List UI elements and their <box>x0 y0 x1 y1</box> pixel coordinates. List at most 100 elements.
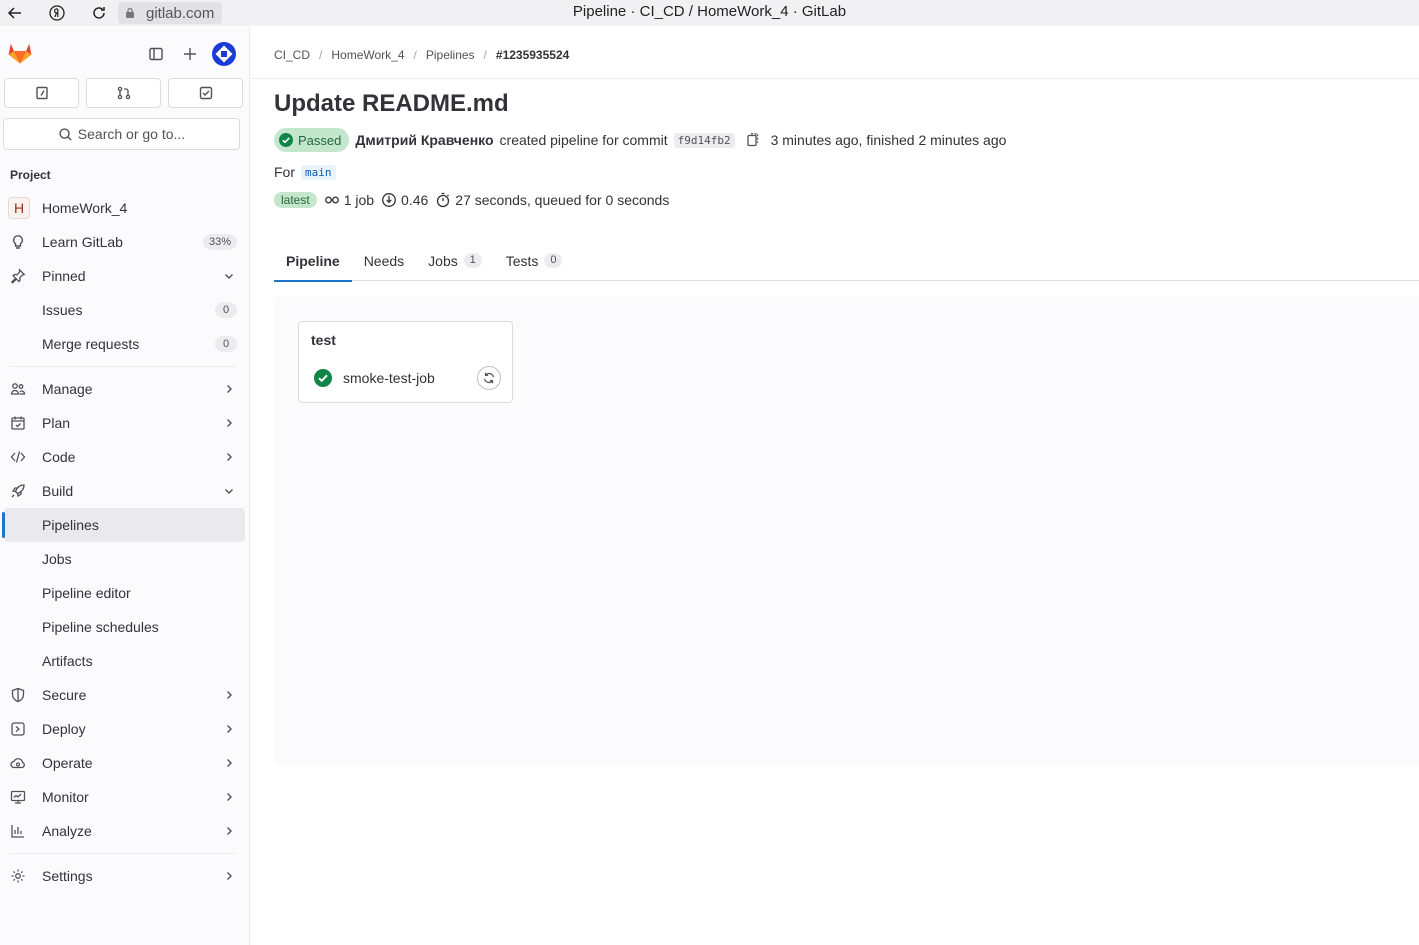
sidebar-item-manage[interactable]: Manage <box>4 372 245 406</box>
status-badge[interactable]: Passed <box>274 128 350 152</box>
browser-toolbar: gitlab.com Pipeline · CI_CD / HomeWork_4… <box>0 0 1419 26</box>
sidebar-item-issues[interactable]: Issues 0 <box>4 293 245 327</box>
tab-count: 0 <box>544 253 563 268</box>
copy-icon[interactable] <box>745 132 761 148</box>
sidebar-item-build[interactable]: Build <box>4 474 245 508</box>
sidebar-item-merge-requests[interactable]: Merge requests 0 <box>4 327 245 361</box>
sidebar-item-project[interactable]: H HomeWork_4 <box>4 191 245 225</box>
address-bar[interactable]: gitlab.com <box>118 2 223 24</box>
sidebar-item-artifacts[interactable]: Artifacts <box>4 644 245 678</box>
sidebar-nav: H HomeWork_4 Learn GitLab 33% Pinned Iss… <box>0 191 249 893</box>
breadcrumb-separator: / <box>483 48 487 62</box>
breadcrumb-group[interactable]: CI_CD <box>274 48 310 62</box>
toggle-sidebar-button[interactable] <box>139 40 173 68</box>
todos-button[interactable] <box>168 78 243 108</box>
chart-icon <box>11 825 24 838</box>
duration-text: 27 seconds, queued for 0 seconds <box>455 192 670 208</box>
arrow-left-icon <box>7 7 21 19</box>
sidebar-item-label: Merge requests <box>42 336 140 352</box>
sidebar-item-deploy[interactable]: Deploy <box>4 712 245 746</box>
user-menu-button[interactable] <box>207 40 241 68</box>
status-success-icon <box>314 369 332 387</box>
sidebar-item-pipelines[interactable]: Pipelines <box>2 508 245 542</box>
chevron-right-icon <box>227 827 232 835</box>
pipeline-graph: test smoke-test-job <box>274 297 1419 766</box>
sidebar-item-pinned[interactable]: Pinned <box>4 259 245 293</box>
job-item[interactable]: smoke-test-job <box>313 368 435 388</box>
breadcrumb-current[interactable]: #1235935524 <box>496 48 569 62</box>
count-pill: 0 <box>215 336 237 352</box>
create-new-button[interactable] <box>173 40 207 68</box>
breadcrumb-project[interactable]: HomeWork_4 <box>331 48 404 62</box>
sidebar-item-plan[interactable]: Plan <box>4 406 245 440</box>
sidebar-item-label: Pinned <box>42 268 86 284</box>
jobs-count-text: 1 job <box>343 192 375 208</box>
pipeline-ref: For main <box>274 164 336 180</box>
commit-sha[interactable]: f9d14fb2 <box>673 132 735 148</box>
counters <box>0 78 249 108</box>
sidebar-item-settings[interactable]: Settings <box>4 859 245 893</box>
breadcrumb-separator: / <box>413 48 417 62</box>
tab-pipeline[interactable]: Pipeline <box>274 240 352 282</box>
merge-requests-button[interactable] <box>86 78 161 108</box>
sidebar-header <box>0 26 249 78</box>
tab-needs[interactable]: Needs <box>352 240 416 281</box>
sidebar-item-secure[interactable]: Secure <box>4 678 245 712</box>
users-icon <box>10 383 26 395</box>
branch-link[interactable]: main <box>301 164 336 180</box>
sidebar-item-operate[interactable]: Operate <box>4 746 245 780</box>
tab-label: Needs <box>363 252 405 269</box>
retry-job-button[interactable] <box>477 366 501 390</box>
sidebar-item-pipeline-editor[interactable]: Pipeline editor <box>4 576 245 610</box>
planning-icon <box>11 416 25 430</box>
sidebar-item-jobs[interactable]: Jobs <box>4 542 245 576</box>
sidebar-item-analyze[interactable]: Analyze <box>4 814 245 848</box>
sidebar-item-label: Monitor <box>42 789 89 805</box>
assigned-issues-button[interactable] <box>4 78 79 108</box>
sidebar-item-learn-gitlab[interactable]: Learn GitLab 33% <box>4 225 245 259</box>
time-text: 3 minutes ago, finished 2 minutes ago <box>770 132 1007 148</box>
tab-label: Pipeline <box>286 252 340 269</box>
pipeline-icon <box>324 196 339 204</box>
header-divider <box>251 78 1419 79</box>
yandex-button[interactable] <box>42 0 72 26</box>
status-label: Passed <box>298 132 342 148</box>
duration: 27 seconds, queued for 0 seconds <box>435 192 669 208</box>
search-label: Search or go to... <box>77 126 186 142</box>
issues-icon <box>35 86 48 100</box>
sidebar-item-label: Artifacts <box>42 653 93 669</box>
tab-label: Tests <box>505 252 539 269</box>
breadcrumb: CI_CD / HomeWork_4 / Pipelines / #123593… <box>274 48 569 62</box>
sidebar-item-label: Analyze <box>42 823 92 839</box>
lock-icon <box>126 7 134 18</box>
sidebar-item-label: Jobs <box>42 551 72 567</box>
search-button[interactable]: Search or go to... <box>3 118 240 150</box>
sidebar-item-code[interactable]: Code <box>4 440 245 474</box>
lightbulb-icon <box>13 235 23 249</box>
chevron-right-icon <box>227 872 232 880</box>
sidebar-item-label: Pipeline editor <box>42 585 131 601</box>
deployments-icon <box>11 722 25 736</box>
sidebar-item-pipeline-schedules[interactable]: Pipeline schedules <box>4 610 245 644</box>
code-icon <box>10 451 26 463</box>
author-link[interactable]: Дмитрий Кравченко <box>355 132 493 148</box>
chevron-right-icon <box>227 725 232 733</box>
jobs-count: 1 job <box>324 192 374 208</box>
sidebar-item-label: Learn GitLab <box>42 234 123 250</box>
tab-jobs[interactable]: Jobs 1 <box>416 240 494 281</box>
back-button[interactable] <box>0 0 30 26</box>
chevron-right-icon <box>227 759 232 767</box>
status-success-icon <box>279 133 293 147</box>
reload-button[interactable] <box>84 0 114 26</box>
thumbtack-icon <box>10 268 26 284</box>
tab-tests[interactable]: Tests 0 <box>494 240 575 281</box>
project-avatar: H <box>8 197 30 219</box>
breadcrumb-pipelines[interactable]: Pipelines <box>426 48 475 62</box>
page-title: Update README.md <box>274 90 509 117</box>
pipeline-stats: latest 1 job 0.46 27 seconds, queued for… <box>274 192 669 208</box>
gitlab-logo-icon[interactable] <box>6 38 34 66</box>
sidebar-item-monitor[interactable]: Monitor <box>4 780 245 814</box>
sidebar-item-label: Build <box>42 483 74 499</box>
monitor-icon <box>10 790 26 804</box>
todo-icon <box>199 86 212 100</box>
